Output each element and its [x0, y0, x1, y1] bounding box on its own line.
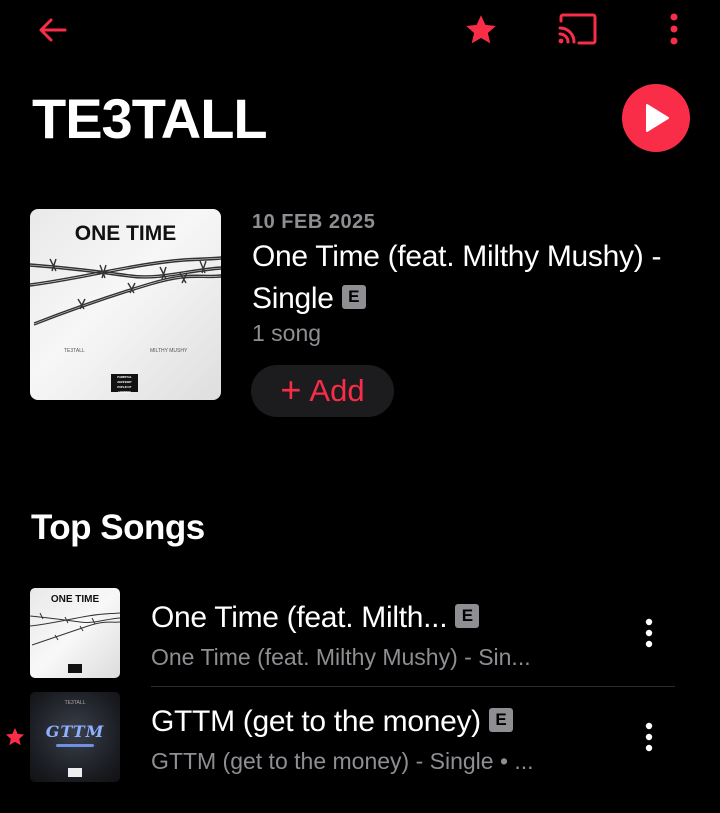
more-vertical-icon: [670, 13, 678, 45]
plus-icon: +: [280, 369, 302, 410]
song-title[interactable]: One Time (feat. Milth... E: [151, 601, 480, 635]
arrow-left-icon: [39, 18, 67, 42]
song-more-button[interactable]: [630, 608, 668, 658]
play-icon: [646, 104, 669, 132]
explicit-badge: E: [488, 708, 513, 733]
more-options-button[interactable]: [656, 6, 692, 52]
song-artwork[interactable]: TE3TALL GTTM: [30, 692, 120, 782]
parental-advisory-label: [68, 664, 82, 673]
release-artwork[interactable]: ONE TIME TE3TALL MILTHY MUSHY PARENTAL A…: [30, 209, 221, 400]
more-vertical-icon: [645, 618, 653, 648]
song-subtitle: GTTM (get to the money) - Single • ...: [151, 748, 534, 774]
star-icon: [466, 15, 496, 44]
explicit-badge: E: [341, 285, 366, 310]
parental-advisory-label: PARENTAL ADVISORY EXPLICIT CONTENT: [111, 374, 138, 394]
parental-advisory-label: [68, 768, 82, 777]
song-artwork-artist: TE3TALL: [64, 700, 86, 706]
artwork-underline: [56, 744, 94, 747]
song-title[interactable]: GTTM (get to the money) E: [151, 705, 513, 739]
cast-icon: [558, 13, 597, 45]
artwork-artist-credit: TE3TALL: [64, 348, 85, 354]
release-title[interactable]: One Time (feat. Milthy Mushy) - Single E: [252, 236, 702, 320]
barbed-wire-graphic: [30, 612, 120, 646]
artwork-feature-credit: MILTHY MUSHY: [150, 348, 188, 354]
release-date: 10 FEB 2025: [252, 211, 376, 233]
list-divider: [151, 686, 675, 687]
favorite-star-icon: [4, 726, 26, 748]
song-title-text: GTTM (get to the money): [151, 705, 481, 738]
barbed-wire-graphic: [30, 256, 221, 326]
explicit-badge: E: [455, 604, 480, 629]
add-button[interactable]: + Add: [251, 365, 394, 417]
song-title-text: One Time (feat. Milth...: [151, 601, 448, 634]
favorite-button[interactable]: [458, 8, 504, 52]
add-button-label: Add: [309, 373, 365, 408]
more-vertical-icon: [645, 722, 653, 752]
song-artwork[interactable]: ONE TIME: [30, 588, 120, 678]
top-songs-heading: Top Songs: [31, 508, 205, 547]
back-button[interactable]: [30, 8, 76, 52]
release-title-text: One Time (feat. Milthy Mushy) - Single: [252, 240, 662, 315]
song-subtitle: One Time (feat. Milthy Mushy) - Sin...: [151, 644, 531, 670]
artist-name: TE3TALL: [32, 87, 268, 150]
song-more-button[interactable]: [630, 712, 668, 762]
release-song-count: 1 song: [252, 320, 322, 346]
song-artwork-title: GTTM: [45, 722, 105, 741]
play-button[interactable]: [622, 84, 690, 152]
cast-button[interactable]: [552, 6, 602, 52]
